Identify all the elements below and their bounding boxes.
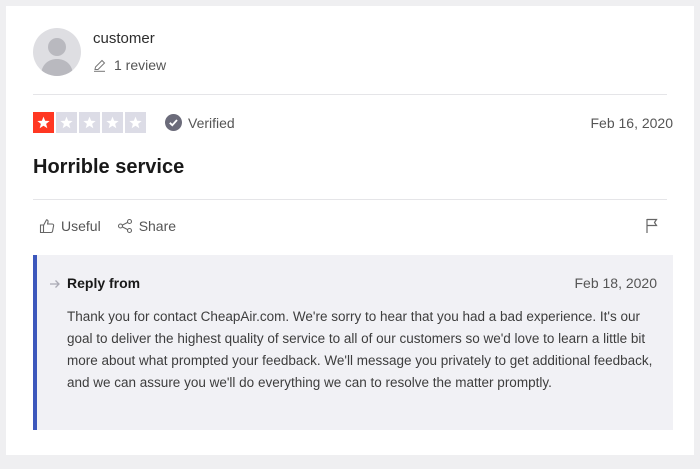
- verified-label: Verified: [188, 114, 235, 131]
- review-title[interactable]: Horrible service: [33, 156, 184, 179]
- verified-badge[interactable]: Verified: [165, 114, 235, 131]
- thumbs-up-icon: [39, 218, 55, 234]
- reply-body: Thank you for contact CheapAir.com. We'r…: [67, 309, 653, 390]
- review-card: customer 1 review Verified Feb 16, 2020 …: [6, 6, 694, 455]
- reply-header: Reply from Feb 18, 2020: [67, 275, 657, 291]
- review-actions: Useful Share: [39, 218, 659, 234]
- check-circle-icon: [165, 114, 182, 131]
- company-reply: Reply from Feb 18, 2020 Thank you for co…: [33, 255, 673, 430]
- rating-row: Verified Feb 16, 2020: [33, 112, 673, 133]
- user-silhouette-icon: [41, 38, 73, 76]
- pencil-icon: [93, 59, 106, 72]
- flag-icon[interactable]: [645, 218, 659, 234]
- share-label: Share: [138, 218, 177, 234]
- reply-arrow-icon: [49, 279, 61, 289]
- reviewer-info: customer 1 review: [93, 28, 166, 73]
- star-icon: [102, 112, 123, 133]
- useful-label: Useful: [61, 218, 101, 234]
- star-icon: [79, 112, 100, 133]
- useful-button[interactable]: Useful: [39, 218, 101, 234]
- reply-from-label: Reply from: [67, 275, 141, 291]
- review-date: Feb 16, 2020: [590, 114, 673, 131]
- reply-date: Feb 18, 2020: [574, 275, 657, 291]
- reviewer-header: customer 1 review: [33, 28, 166, 76]
- avatar[interactable]: [33, 28, 81, 76]
- divider: [33, 199, 667, 200]
- review-count-label: 1 review: [114, 57, 167, 73]
- star-icon: [125, 112, 146, 133]
- star-rating: [33, 112, 148, 133]
- share-button[interactable]: Share: [117, 218, 176, 234]
- divider: [33, 94, 667, 95]
- reviewer-name[interactable]: customer: [93, 30, 166, 48]
- star-icon: [33, 112, 54, 133]
- share-icon: [117, 218, 133, 234]
- review-count: 1 review: [93, 57, 166, 73]
- star-icon: [56, 112, 77, 133]
